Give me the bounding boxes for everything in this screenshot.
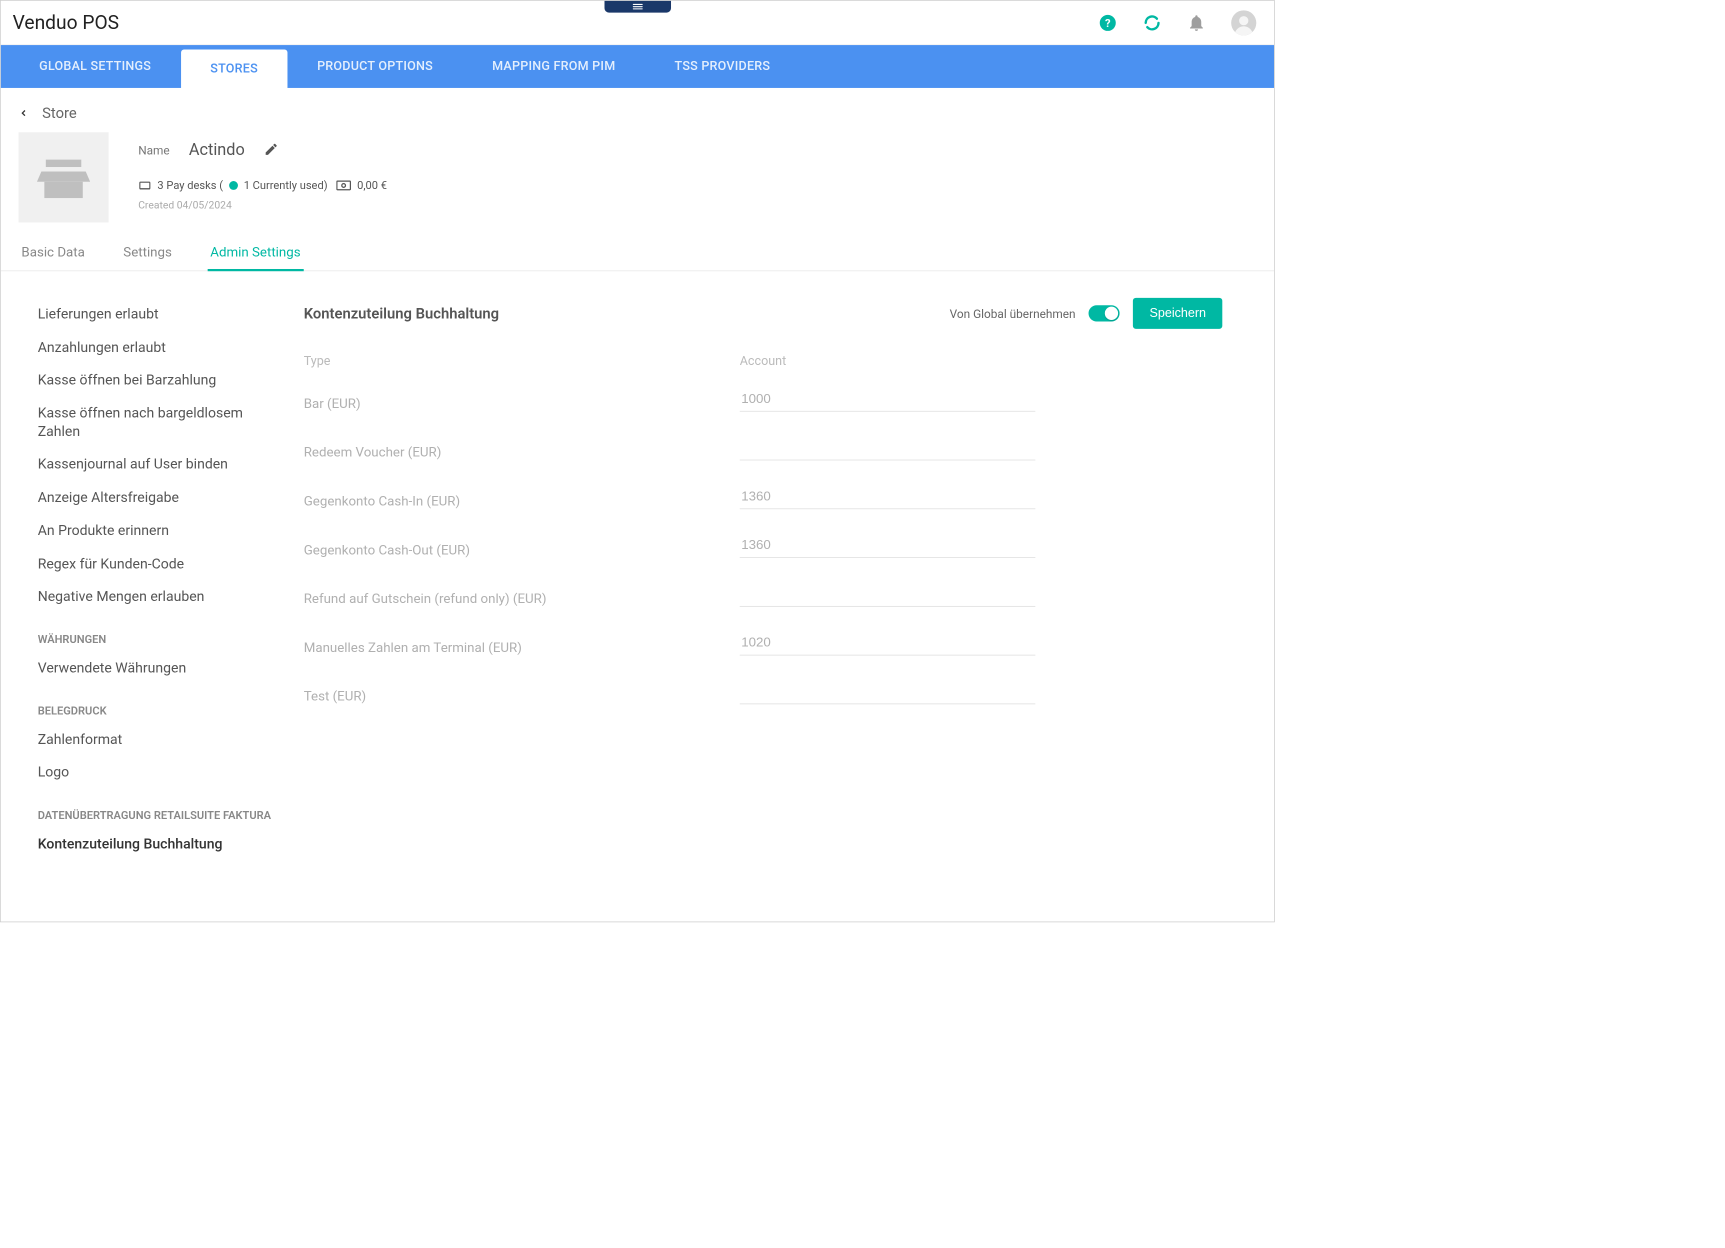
store-icon (18, 132, 108, 222)
account-input[interactable] (740, 679, 1036, 704)
settings-sidebar: Lieferungen erlaubtAnzahlungen erlaubtKa… (38, 298, 274, 861)
nav-tab-product-options[interactable]: PRODUCT OPTIONS (288, 45, 463, 88)
inherit-from-global-toggle[interactable] (1089, 305, 1120, 321)
sidebar-item[interactable]: Zahlenformat (38, 723, 274, 756)
nav-tab-stores[interactable]: STORES (181, 50, 288, 88)
column-header-type: Type (304, 354, 740, 369)
sidebar-item[interactable]: Kasse öffnen nach bargeldlosem Zahlen (38, 397, 274, 448)
sidebar-item[interactable]: Kontenzuteilung Buchhaltung (38, 828, 274, 861)
breadcrumb: Store (1, 88, 1274, 129)
account-input[interactable] (740, 435, 1036, 460)
nav-tab-global-settings[interactable]: GLOBAL SETTINGS (10, 45, 181, 88)
form-title: Kontenzuteilung Buchhaltung (304, 304, 499, 322)
type-label: Refund auf Gutschein (refund only) (EUR) (304, 591, 740, 607)
table-row: Bar (EUR) (304, 386, 1223, 411)
type-label: Redeem Voucher (EUR) (304, 445, 740, 461)
help-icon[interactable]: ? (1098, 13, 1117, 32)
type-label: Manuelles Zahlen am Terminal (EUR) (304, 640, 740, 656)
created-date: Created 04/05/2024 (138, 200, 387, 212)
store-subtabs: Basic Data Settings Admin Settings (1, 237, 1274, 271)
active-dot-icon (229, 181, 238, 190)
nav-tab-mapping-from-pim[interactable]: MAPPING FROM PIM (463, 45, 645, 88)
account-input[interactable] (740, 484, 1036, 509)
sidebar-item[interactable]: Regex für Kunden-Code (38, 547, 274, 580)
user-avatar[interactable] (1231, 10, 1256, 35)
column-header-account: Account (740, 354, 1223, 369)
sidebar-item[interactable]: Kassenjournal auf User binden (38, 448, 274, 481)
sidebar-item[interactable]: Logo (38, 756, 274, 789)
notifications-icon[interactable] (1187, 13, 1206, 32)
window-handle[interactable] (604, 1, 671, 13)
nav-tab-tss-providers[interactable]: TSS PROVIDERS (645, 45, 800, 88)
back-icon[interactable] (18, 104, 28, 122)
sidebar-item[interactable]: Kasse öffnen bei Barzahlung (38, 364, 274, 397)
store-name-value: Actindo (189, 141, 245, 159)
table-row: Refund auf Gutschein (refund only) (EUR) (304, 582, 1223, 607)
account-input[interactable] (740, 386, 1036, 411)
sidebar-item[interactable]: An Produkte erinnern (38, 514, 274, 547)
sidebar-item[interactable]: Anzahlungen erlaubt (38, 331, 274, 364)
breadcrumb-label: Store (42, 104, 77, 122)
sidebar-item[interactable]: Negative Mengen erlauben (38, 580, 274, 613)
store-name-label: Name (138, 143, 170, 157)
subtab-basic-data[interactable]: Basic Data (18, 237, 87, 270)
table-row: Gegenkonto Cash-In (EUR) (304, 484, 1223, 509)
table-row: Test (EUR) (304, 679, 1223, 704)
type-label: Gegenkonto Cash-In (EUR) (304, 494, 740, 510)
sidebar-item[interactable]: Lieferungen erlaubt (38, 298, 274, 331)
type-label: Gegenkonto Cash-Out (EUR) (304, 542, 740, 558)
sidebar-item[interactable]: Verwendete Währungen (38, 652, 274, 685)
account-input[interactable] (740, 630, 1036, 655)
edit-icon[interactable] (264, 142, 279, 160)
app-title: Venduo POS (13, 11, 120, 33)
type-label: Bar (EUR) (304, 396, 740, 412)
sync-icon[interactable] (1142, 13, 1161, 32)
sidebar-heading: DATENÜBERTRAGUNG RETAILSUITE FAKTURA (38, 789, 274, 827)
main-nav: GLOBAL SETTINGS STORES PRODUCT OPTIONS M… (1, 45, 1274, 88)
inherit-from-global-label: Von Global übernehmen (950, 306, 1076, 320)
subtab-settings[interactable]: Settings (120, 237, 174, 270)
paydesks-info: 3 Pay desks ( 1 Currently used) 0,00 € (138, 179, 387, 192)
table-row: Redeem Voucher (EUR) (304, 435, 1223, 460)
subtab-admin-settings[interactable]: Admin Settings (207, 237, 303, 270)
table-row: Manuelles Zahlen am Terminal (EUR) (304, 630, 1223, 655)
save-button[interactable]: Speichern (1133, 298, 1222, 329)
sidebar-heading: BELEGDRUCK (38, 685, 274, 723)
sidebar-item[interactable]: Anzeige Altersfreigabe (38, 481, 274, 514)
svg-text:?: ? (1105, 17, 1111, 30)
account-input[interactable] (740, 533, 1036, 558)
table-row: Gegenkonto Cash-Out (EUR) (304, 533, 1223, 558)
sidebar-heading: WÄHRUNGEN (38, 613, 274, 651)
type-label: Test (EUR) (304, 689, 740, 705)
account-input[interactable] (740, 582, 1036, 607)
